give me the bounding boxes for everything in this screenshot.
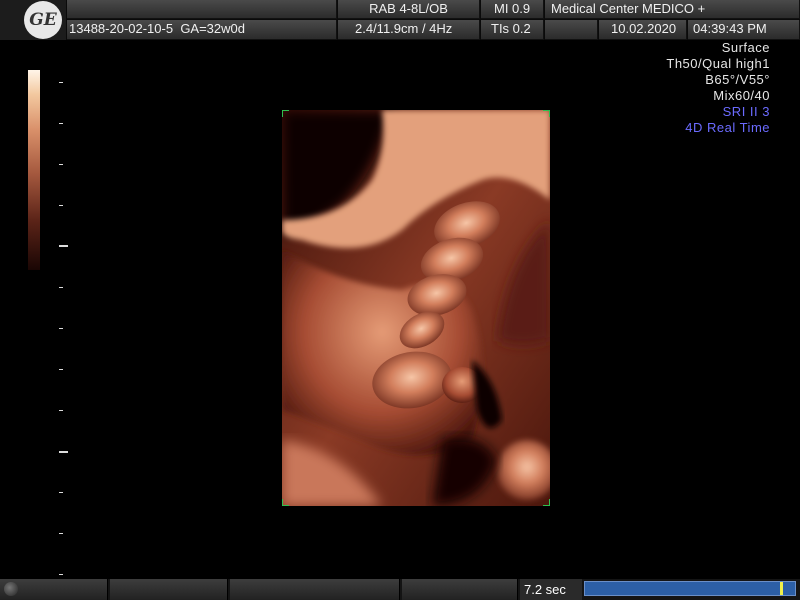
roi-corner-bottom-left[interactable] [282,499,289,506]
probe-cell: RAB 4-8L/OB [338,0,480,19]
depth-tick [59,533,63,534]
depth-freq-cell: 2.4/11.9cm / 4Hz [338,20,480,40]
render-viewport[interactable] [282,110,550,506]
depth-tick [59,164,63,165]
roi-corner-bottom-right[interactable] [543,499,550,506]
bottom-segment-3[interactable] [230,579,400,600]
depth-tick [59,369,63,370]
gestational-age: GA=32w0d [180,21,245,36]
depth-tick [59,492,63,493]
trackball-knob-icon[interactable] [4,582,18,596]
param-sri: SRI II 3 [722,104,770,119]
roi-corner-top-left[interactable] [282,110,289,117]
cine-loop-bar[interactable] [584,581,796,596]
header-blank-cell-2 [545,20,598,40]
date-cell: 10.02.2020 [599,20,687,40]
time-cell: 04:39:43 PM [688,20,800,40]
cine-time: 7.2 sec [520,579,582,600]
param-threshold-quality: Th50/Qual high1 [666,56,770,71]
patient-cell: 13488-20-02-10-5 GA=32w0d [67,20,337,40]
header-blank-cell [67,0,337,19]
bottom-segment-2[interactable] [110,579,228,600]
acquisition-params: Surface Th50/Qual high1 B65°/V55° Mix60/… [666,40,770,136]
header-bar: GE RAB 4-8L/OB MI 0.9 Medical Center MED… [0,0,800,40]
cine-position-marker[interactable] [780,582,783,595]
depth-tick-major [59,245,68,247]
mi-cell: MI 0.9 [481,0,544,19]
logo-text: GE [29,10,57,30]
depth-tick [59,205,63,206]
param-render-mode: Surface [721,40,770,55]
patient-id: 13488-20-02-10-5 [69,21,174,36]
depth-tick [59,287,63,288]
depth-tick [59,574,63,575]
logo-area: GE [0,0,66,40]
institution-cell: Medical Center MEDICO + [545,0,800,19]
depth-tick [59,328,63,329]
roi-corner-top-right[interactable] [543,110,550,117]
param-mix: Mix60/40 [713,88,770,103]
depth-tick [59,123,63,124]
color-map-bar [28,70,40,270]
depth-tick [59,410,63,411]
fetal-surface-render [282,110,550,506]
ge-logo-icon: GE [24,1,62,39]
param-angles: B65°/V55° [705,72,770,87]
tis-cell: TIs 0.2 [481,20,544,40]
depth-tick-major [59,451,68,453]
bottom-segment-4[interactable] [402,579,518,600]
depth-tick [59,82,63,83]
param-4d-mode: 4D Real Time [685,120,770,135]
